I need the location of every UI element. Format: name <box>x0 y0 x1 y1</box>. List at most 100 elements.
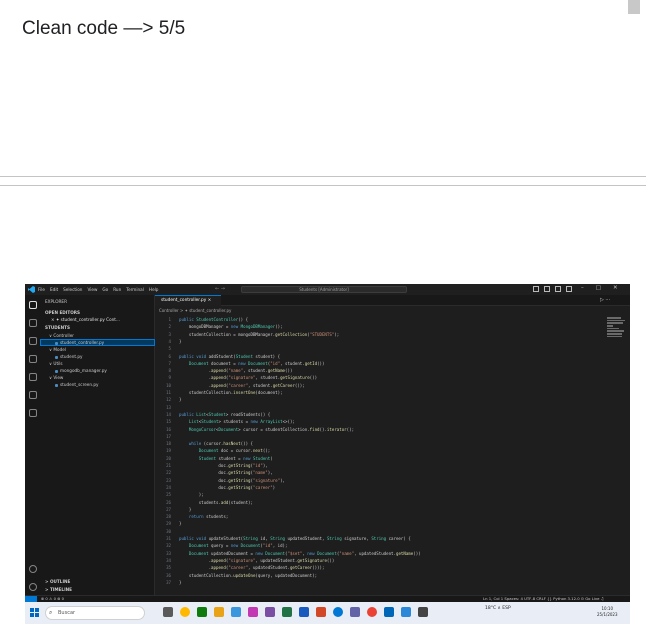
remote-icon[interactable] <box>29 409 37 417</box>
tree-item[interactable]: ∨ Controller <box>49 333 74 338</box>
line-number: 5 <box>168 346 171 352</box>
tree-item[interactable]: mongodb_manager.py <box>55 368 107 373</box>
tree-item[interactable]: ∨ View <box>49 375 63 380</box>
task-view-icon[interactable] <box>163 607 173 617</box>
command-center-search[interactable]: Students [Administrator] <box>241 286 407 293</box>
code-line: 11 studentCollection.insertOne(document)… <box>155 390 630 396</box>
testing-icon[interactable] <box>29 391 37 399</box>
explorer-icon[interactable] <box>29 301 37 309</box>
search-icon[interactable] <box>29 319 37 327</box>
toggle-secondary-sidebar-icon[interactable] <box>555 286 561 292</box>
code-text: doc.getString("name"), <box>179 470 273 476</box>
teams-icon[interactable] <box>265 607 275 617</box>
status-bar: ⊗ 0 ⚠ 0 ⊗ 0 Ln 1, Col 1 Spaces: 4 UTF-8 … <box>25 595 630 603</box>
menu-item-selection[interactable]: Selection <box>63 287 82 292</box>
app-icon[interactable] <box>367 607 377 617</box>
tree-item-label: mongodb_manager.py <box>60 368 107 373</box>
extensions-icon[interactable] <box>29 373 37 381</box>
source-control-icon[interactable] <box>29 337 37 345</box>
nav-arrows-icon[interactable]: ← → <box>215 286 225 292</box>
code-text: return students; <box>188 514 229 520</box>
menu-item-go[interactable]: Go <box>102 287 108 292</box>
line-number: 12 <box>166 397 171 403</box>
minimap[interactable] <box>607 317 627 357</box>
account-icon[interactable] <box>29 565 37 573</box>
excel-icon[interactable] <box>282 607 292 617</box>
outline-header[interactable]: > OUTLINE <box>45 579 70 584</box>
code-line: 28 return students; <box>155 514 630 520</box>
settings-gear-icon[interactable] <box>29 583 37 591</box>
window-controls: – □ ✕ <box>581 285 618 291</box>
line-number: 19 <box>166 448 171 454</box>
line-number: 13 <box>166 404 171 410</box>
code-line: 3 studentCollection = mongoDBManager.get… <box>155 332 630 338</box>
taskbar-search[interactable]: Buscar <box>45 606 145 620</box>
photos-icon[interactable] <box>248 607 258 617</box>
line-number: 8 <box>168 368 171 374</box>
code-line: 4} <box>155 339 630 345</box>
breadcrumb[interactable]: Controller > ✦ student_controller.py <box>159 308 231 313</box>
app-icon[interactable] <box>333 607 343 617</box>
line-number: 4 <box>168 338 171 344</box>
line-number: 14 <box>166 411 171 417</box>
customize-layout-icon[interactable] <box>566 286 572 292</box>
code-line: 25 ); <box>155 492 630 498</box>
project-header[interactable]: STUDENTS <box>45 325 70 330</box>
editor-area: student_controller.py × ▷ ⋯ Controller >… <box>155 295 630 595</box>
tree-item[interactable]: student.py <box>55 354 82 359</box>
file-explorer-icon[interactable] <box>214 607 224 617</box>
tree-item-label: ∨ Utils <box>49 361 63 366</box>
close-icon[interactable]: ✕ <box>613 285 618 291</box>
divider <box>0 185 646 186</box>
open-editor-item[interactable]: × ✦ student_controller.py Cont... <box>51 317 120 322</box>
code-text: } <box>179 338 182 344</box>
tree-item[interactable]: student_controller.py <box>40 339 155 346</box>
activity-bar <box>25 295 41 595</box>
tab-student-controller[interactable]: student_controller.py × <box>155 295 221 306</box>
tree-item[interactable]: ∨ Utils <box>49 361 63 366</box>
powerpoint-icon[interactable] <box>316 607 326 617</box>
windows-start-icon[interactable] <box>30 608 39 617</box>
scrollbar-thumb[interactable] <box>628 0 640 14</box>
menu-item-file[interactable]: File <box>38 287 45 292</box>
line-number: 2 <box>168 324 171 330</box>
app-icon[interactable] <box>350 607 360 617</box>
word-icon[interactable] <box>299 607 309 617</box>
chrome-icon[interactable] <box>180 607 190 617</box>
open-editors-header[interactable]: OPEN EDITORS <box>45 310 80 315</box>
code-text: studentCollection = mongoDBManager.getCo… <box>179 331 340 337</box>
code-text: ); <box>179 492 204 498</box>
system-tray[interactable]: 18°C ∧ ESP <box>485 606 511 611</box>
run-file-icon[interactable]: ▷ ⋯ <box>600 297 610 303</box>
menu-item-edit[interactable]: Edit <box>50 287 58 292</box>
maximize-icon[interactable]: □ <box>596 285 601 291</box>
toggle-sidebar-icon[interactable] <box>533 286 539 292</box>
store-icon[interactable] <box>231 607 241 617</box>
code-text: } <box>179 506 192 512</box>
tree-item[interactable]: student_screen.py <box>55 382 99 387</box>
run-debug-icon[interactable] <box>29 355 37 363</box>
line-number: 22 <box>166 470 171 476</box>
line-number: 35 <box>166 565 171 571</box>
line-number: 10 <box>166 382 171 388</box>
title-bar: File Edit Selection View Go Run Terminal Help ←… <box>25 284 630 295</box>
tree-item[interactable]: ∨ Model <box>49 347 66 352</box>
code-line: 9 .append("signature", student.getSignat… <box>155 375 630 381</box>
vscode-taskbar-icon[interactable] <box>401 607 411 617</box>
menu-item-help[interactable]: Help <box>149 287 159 292</box>
menu-item-run[interactable]: Run <box>113 287 121 292</box>
menu-item-view[interactable]: View <box>87 287 97 292</box>
code-text: .append("signature", updatedStudent.getS… <box>179 557 335 563</box>
code-text: } <box>179 521 182 527</box>
line-number: 7 <box>168 360 171 366</box>
edge-icon[interactable] <box>197 607 207 617</box>
toggle-panel-icon[interactable] <box>544 286 550 292</box>
timeline-header[interactable]: > TIMELINE <box>45 587 72 592</box>
minimize-icon[interactable]: – <box>581 285 584 291</box>
line-number: 11 <box>166 390 171 395</box>
taskbar-clock[interactable]: 10:10 25/1/2023 <box>597 606 618 618</box>
tree-item-label: ∨ View <box>49 375 64 380</box>
app-icon[interactable] <box>384 607 394 617</box>
menu-item-terminal[interactable]: Terminal <box>126 287 144 292</box>
app-icon[interactable] <box>418 607 428 617</box>
